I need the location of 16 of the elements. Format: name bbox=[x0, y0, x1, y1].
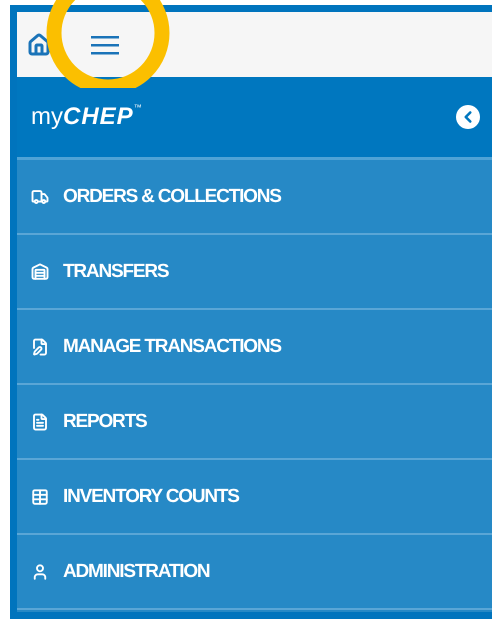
truck-icon bbox=[31, 188, 49, 206]
home-icon[interactable] bbox=[27, 32, 51, 56]
menu-item[interactable]: INVENTORY COUNTS bbox=[17, 460, 492, 535]
menu-item[interactable]: TRANSFERS bbox=[17, 235, 492, 310]
warehouse-icon bbox=[31, 262, 49, 280]
logo: myCHEP$^{™}$ bbox=[31, 103, 142, 131]
list-icon bbox=[31, 488, 49, 506]
menu-item[interactable]: MANAGE TRANSACTIONS bbox=[17, 310, 492, 385]
menu-icon[interactable] bbox=[91, 34, 119, 56]
menu-item[interactable]: REPORTS bbox=[17, 385, 492, 460]
menu-item[interactable]: ADMINISTRATION bbox=[17, 535, 492, 610]
edit-document-icon bbox=[31, 338, 49, 356]
collapse-button[interactable] bbox=[456, 105, 480, 129]
document-icon bbox=[31, 412, 49, 430]
menu-item[interactable]: ORDERS & COLLECTIONS bbox=[17, 160, 492, 235]
user-icon bbox=[31, 562, 49, 580]
